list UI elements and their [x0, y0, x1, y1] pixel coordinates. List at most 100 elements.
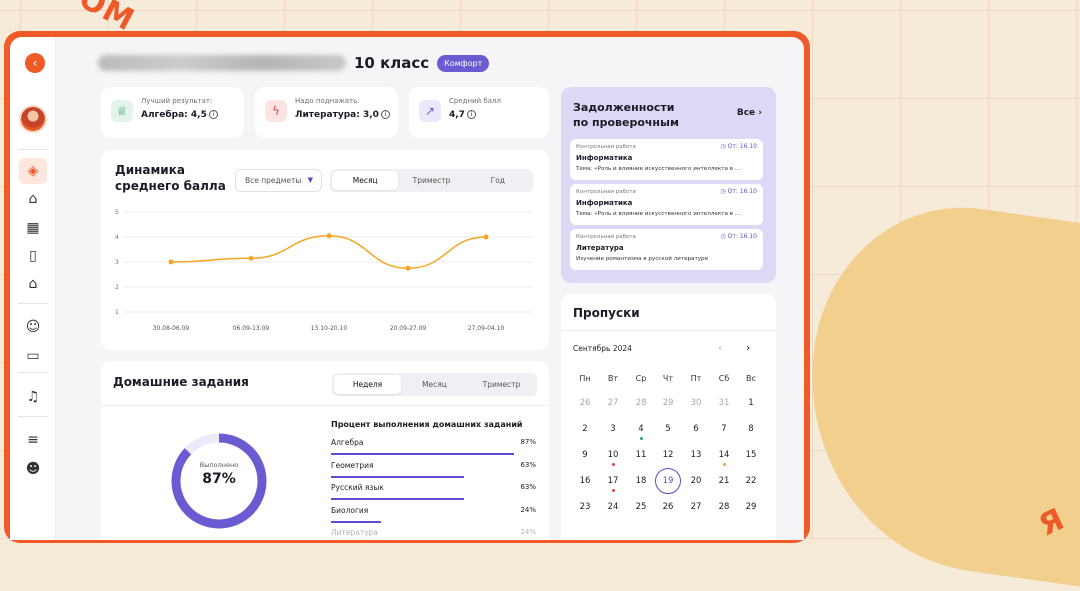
data-point[interactable] [405, 265, 411, 271]
calendar-day[interactable]: 7 [712, 422, 736, 436]
x-tick-label: 30.08-06.09 [153, 325, 190, 332]
calendar-day[interactable]: 4 [629, 422, 653, 436]
calendar-day[interactable]: 5 [656, 422, 680, 436]
prev-month-icon[interactable]: ‹ [718, 341, 722, 354]
homework-card: Домашние задания Неделя Месяц Триместр В… [101, 361, 549, 540]
app-window: ‹ ◈ ⌂ ▦ ▯ ⌂ ☺ ▭ ♫ ≡ ☻ 10 класс Комфорт ♕… [10, 37, 804, 540]
document-icon[interactable]: ≡ [24, 431, 42, 449]
y-tick-label: 4 [115, 234, 119, 241]
calendar-day[interactable]: 16 [573, 474, 597, 488]
calendar-day[interactable]: 29 [656, 396, 680, 410]
absences-title: Пропуски [573, 306, 640, 320]
tab-week[interactable]: Неделя [334, 375, 401, 394]
weekday-label: Пн [579, 374, 591, 383]
calendar-day[interactable]: 26 [656, 500, 680, 514]
calendar-day[interactable]: 21 [712, 474, 736, 488]
y-tick-label: 5 [115, 209, 119, 216]
calendar-day[interactable]: 22 [739, 474, 763, 488]
calendar-day[interactable]: 30 [684, 396, 708, 410]
robot-icon[interactable]: ☻ [24, 460, 42, 478]
calendar-icon[interactable]: ▦ [24, 219, 42, 237]
debts-card: Задолженности по проверочным Все › Контро… [561, 87, 776, 283]
debt-subject: Информатика [576, 154, 633, 162]
calendar-day[interactable]: 8 [739, 422, 763, 436]
divider [18, 149, 48, 150]
calendar-day[interactable]: 26 [573, 396, 597, 410]
data-point[interactable] [168, 259, 174, 265]
debt-item[interactable]: Контрольная работа ◷ От: 16.10 Информати… [570, 184, 763, 225]
avatar[interactable] [19, 105, 47, 133]
tab-month[interactable]: Месяц [401, 375, 468, 394]
calendar-day[interactable]: 13 [684, 448, 708, 462]
calendar-day[interactable]: 10 [601, 448, 625, 462]
calendar-day[interactable]: 6 [684, 422, 708, 436]
y-tick-label: 1 [115, 309, 119, 316]
debt-type: Контрольная работа [576, 189, 636, 195]
subject-percent: 87% [520, 438, 536, 446]
chat-icon[interactable]: ▭ [24, 347, 42, 365]
divider [18, 303, 48, 304]
debt-item[interactable]: Контрольная работа ◷ От: 16.10 Информати… [570, 139, 763, 180]
data-point[interactable] [483, 234, 489, 240]
calendar-day[interactable]: 19 [655, 468, 681, 494]
calendar-day[interactable]: 2 [573, 422, 597, 436]
clock-icon: ◷ [720, 233, 726, 240]
info-icon[interactable]: i [380, 110, 390, 119]
graduation-cap-icon[interactable]: ⌂ [24, 190, 42, 208]
logo-icon[interactable]: ‹ [25, 53, 45, 73]
dynamics-card: Динамика среднего балла Все предметы ▼ Мес… [101, 150, 549, 350]
calendar-day[interactable]: 11 [629, 448, 653, 462]
info-icon[interactable]: i [466, 110, 476, 119]
calendar-day[interactable]: 27 [601, 396, 625, 410]
subject-percent: 24% [520, 505, 536, 514]
tab-trimester[interactable]: Триместр [468, 375, 535, 394]
calendar-day[interactable]: 27 [684, 500, 708, 514]
calendar-month: Сентябрь 2024 [573, 344, 632, 353]
book-icon[interactable]: ▯ [24, 247, 42, 265]
absences-card: Пропуски Сентябрь 2024 ‹ › Пн Вт Ср Чт Пт Сб В… [561, 294, 776, 540]
calendar-day[interactable]: 25 [629, 500, 653, 514]
calendar-day[interactable]: 17 [601, 474, 625, 488]
calendar-day[interactable]: 3 [601, 422, 625, 436]
calendar-day[interactable]: 18 [629, 474, 653, 488]
dashboard-icon[interactable]: ◈ [19, 158, 47, 184]
divider [101, 405, 549, 406]
stat-value: Литература: 3,0 i [295, 110, 390, 120]
calendar-day[interactable]: 1 [739, 396, 763, 410]
data-point[interactable] [326, 233, 332, 239]
chevron-right-icon: › [758, 108, 762, 118]
calendar-day[interactable]: 28 [712, 500, 736, 514]
calendar-day[interactable]: 20 [684, 474, 708, 488]
page-header: 10 класс Комфорт [98, 51, 490, 75]
calendar-day[interactable]: 24 [601, 500, 625, 514]
calendar-day[interactable]: 9 [573, 448, 597, 462]
percent-row: Геометрия 63% [331, 461, 536, 483]
calendar-day[interactable]: 12 [656, 448, 680, 462]
calendar-day[interactable]: 14 [712, 448, 736, 462]
debt-type: Контрольная работа [576, 234, 636, 240]
data-point[interactable] [248, 255, 254, 261]
users-icon[interactable]: ☺ [24, 318, 42, 336]
calendar-day[interactable]: 31 [712, 396, 736, 410]
line-chart: 5 4 3 2 1 30.08-06.09 06.09-13.09 13.10-20.10 20… [115, 209, 533, 332]
next-month-icon[interactable]: › [746, 341, 750, 354]
stat-card-best: ♕ Лучший результат: Алгебра: 4,5 i [101, 87, 244, 138]
debt-item[interactable]: Контрольная работа ◷ От: 16.10 Литератур… [570, 229, 763, 270]
debt-date: ◷ От: 16.10 [720, 143, 758, 150]
info-icon[interactable]: i [208, 110, 218, 119]
calendar-day[interactable]: 28 [629, 396, 653, 410]
subject-percent: 63% [520, 483, 536, 491]
homework-period-tabs: Неделя Месяц Триместр [332, 373, 537, 396]
weekday-label: Вт [607, 374, 619, 383]
school-icon[interactable]: ⌂ [24, 275, 42, 293]
calendar-day[interactable]: 15 [739, 448, 763, 462]
donut-value: 87% [202, 471, 236, 487]
debt-type: Контрольная работа [576, 144, 636, 150]
calendar-day[interactable]: 29 [739, 500, 763, 514]
plan-badge[interactable]: Комфорт [437, 54, 490, 72]
bell-icon[interactable]: ♫ [24, 388, 42, 406]
calendar-day[interactable]: 23 [573, 500, 597, 514]
weekday-label: Чт [662, 374, 674, 383]
progress-bar [331, 498, 464, 500]
debts-all-link[interactable]: Все › [737, 108, 762, 118]
